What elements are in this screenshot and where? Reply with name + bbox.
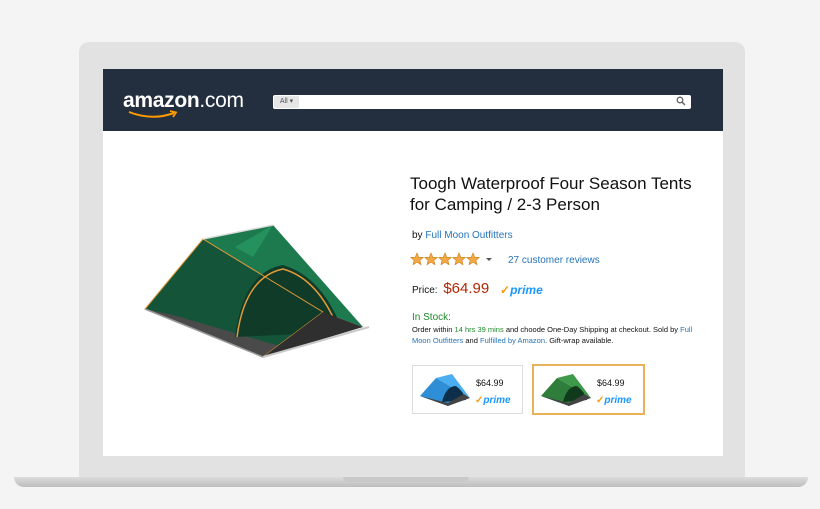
prime-badge: ✓prime (500, 281, 543, 299)
rating-dropdown-icon[interactable] (486, 258, 492, 261)
order-countdown: 14 hrs 39 mins (454, 325, 504, 334)
by-prefix: by (412, 230, 423, 241)
rating-stars[interactable] (410, 252, 502, 267)
variant-prime-label: prime (604, 395, 632, 406)
product-byline: by Full Moon Outfitters (412, 230, 513, 241)
customer-reviews-link[interactable]: 27 customer reviews (508, 255, 600, 266)
price-value: $64.99 (443, 280, 490, 297)
product-title: Toogh Waterproof Four Season Tents for C… (410, 174, 692, 214)
prime-label: prime (510, 283, 543, 297)
price-row: Price: $64.99 (412, 280, 489, 297)
stock-status: In Stock: (412, 312, 451, 323)
search-icon[interactable] (676, 96, 686, 106)
search-category-label: All (279, 98, 288, 105)
check-icon: ✓ (500, 283, 511, 297)
variant-option-green[interactable]: $64.99 ✓prime (532, 364, 645, 415)
variant-price: $64.99 (597, 378, 625, 388)
variant-option-blue[interactable]: $64.99 ✓prime (412, 365, 523, 414)
laptop-notch (343, 477, 469, 482)
order-text-3: and (465, 336, 478, 345)
variant-prime-badge: ✓prime (596, 390, 632, 408)
search-bar[interactable]: All ▾ (273, 95, 691, 109)
site-header: amazon.com All ▾ (103, 69, 723, 131)
laptop-screen: amazon.com All ▾ Toogh Waterproof Four S… (103, 69, 723, 456)
search-category-dropdown[interactable]: All ▾ (274, 96, 299, 108)
variant-prime-label: prime (483, 395, 511, 406)
green-tent-thumbnail (541, 374, 591, 406)
order-info: Order within 14 hrs 39 mins and choode O… (412, 324, 702, 346)
search-input[interactable] (303, 95, 647, 109)
product-image[interactable] (133, 217, 383, 377)
order-text-1: Order within (412, 325, 453, 334)
logo-tld: .com (199, 89, 244, 112)
logo-text: amazon (123, 89, 200, 112)
smile-icon (128, 110, 178, 118)
price-label: Price: (412, 285, 438, 296)
blue-tent-thumbnail (420, 374, 470, 406)
brand-link[interactable]: Full Moon Outfitters (425, 230, 512, 241)
variant-prime-badge: ✓prime (475, 390, 511, 408)
fulfilled-link[interactable]: Fulfilled by Amazon (480, 336, 545, 345)
order-text-2: and choode One-Day Shipping at checkout.… (505, 325, 679, 334)
variant-price: $64.99 (476, 378, 504, 388)
order-text-4: . Gift-wrap available. (545, 336, 614, 345)
